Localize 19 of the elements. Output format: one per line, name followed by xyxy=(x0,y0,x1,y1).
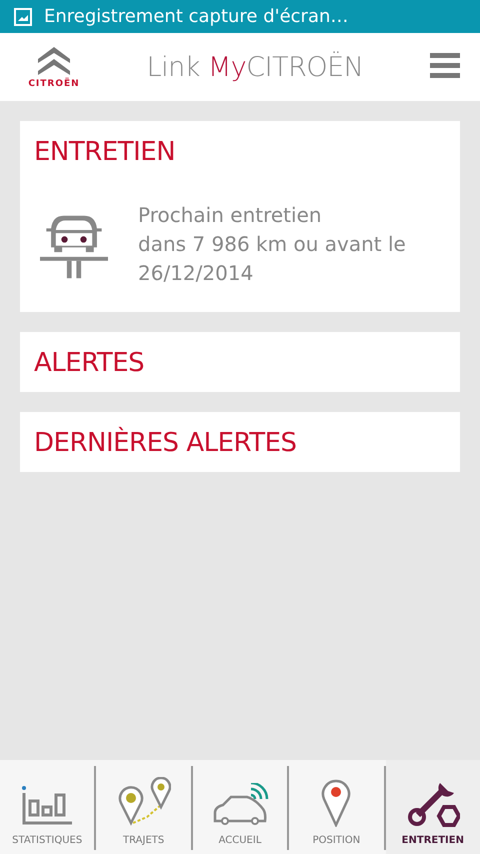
section-title: ALERTES xyxy=(34,348,146,378)
image-icon xyxy=(14,8,32,26)
bar-chart-icon xyxy=(20,785,74,827)
section-card[interactable]: ALERTES xyxy=(20,332,460,392)
chevrons-logo-icon xyxy=(35,45,73,77)
notification-text: Enregistrement capture d'écran… xyxy=(44,6,348,27)
maintenance-heading: Prochain entretien xyxy=(138,202,323,229)
logo-text: CITROËN xyxy=(28,79,80,89)
section-title: ENTRETIEN xyxy=(34,137,176,167)
section-card[interactable]: ENTRETIEN Prochain entretien dans 7 986 km ou avant le 26/12/2014 xyxy=(20,121,460,312)
route-pins-icon xyxy=(116,777,171,827)
maintenance-detail: dans 7 986 km ou avant le 26/12/2014 xyxy=(138,231,407,287)
location-pin-icon xyxy=(321,777,352,827)
section-title: DERNIÈRES ALERTES xyxy=(34,428,298,458)
app-title: Link MyCITROËN xyxy=(146,52,364,82)
menu-icon xyxy=(430,52,460,78)
connected-car-icon xyxy=(211,783,270,827)
nav-tab[interactable]: ENTRETIEN xyxy=(386,760,480,854)
section-card[interactable]: DERNIÈRES ALERTES xyxy=(20,412,460,472)
